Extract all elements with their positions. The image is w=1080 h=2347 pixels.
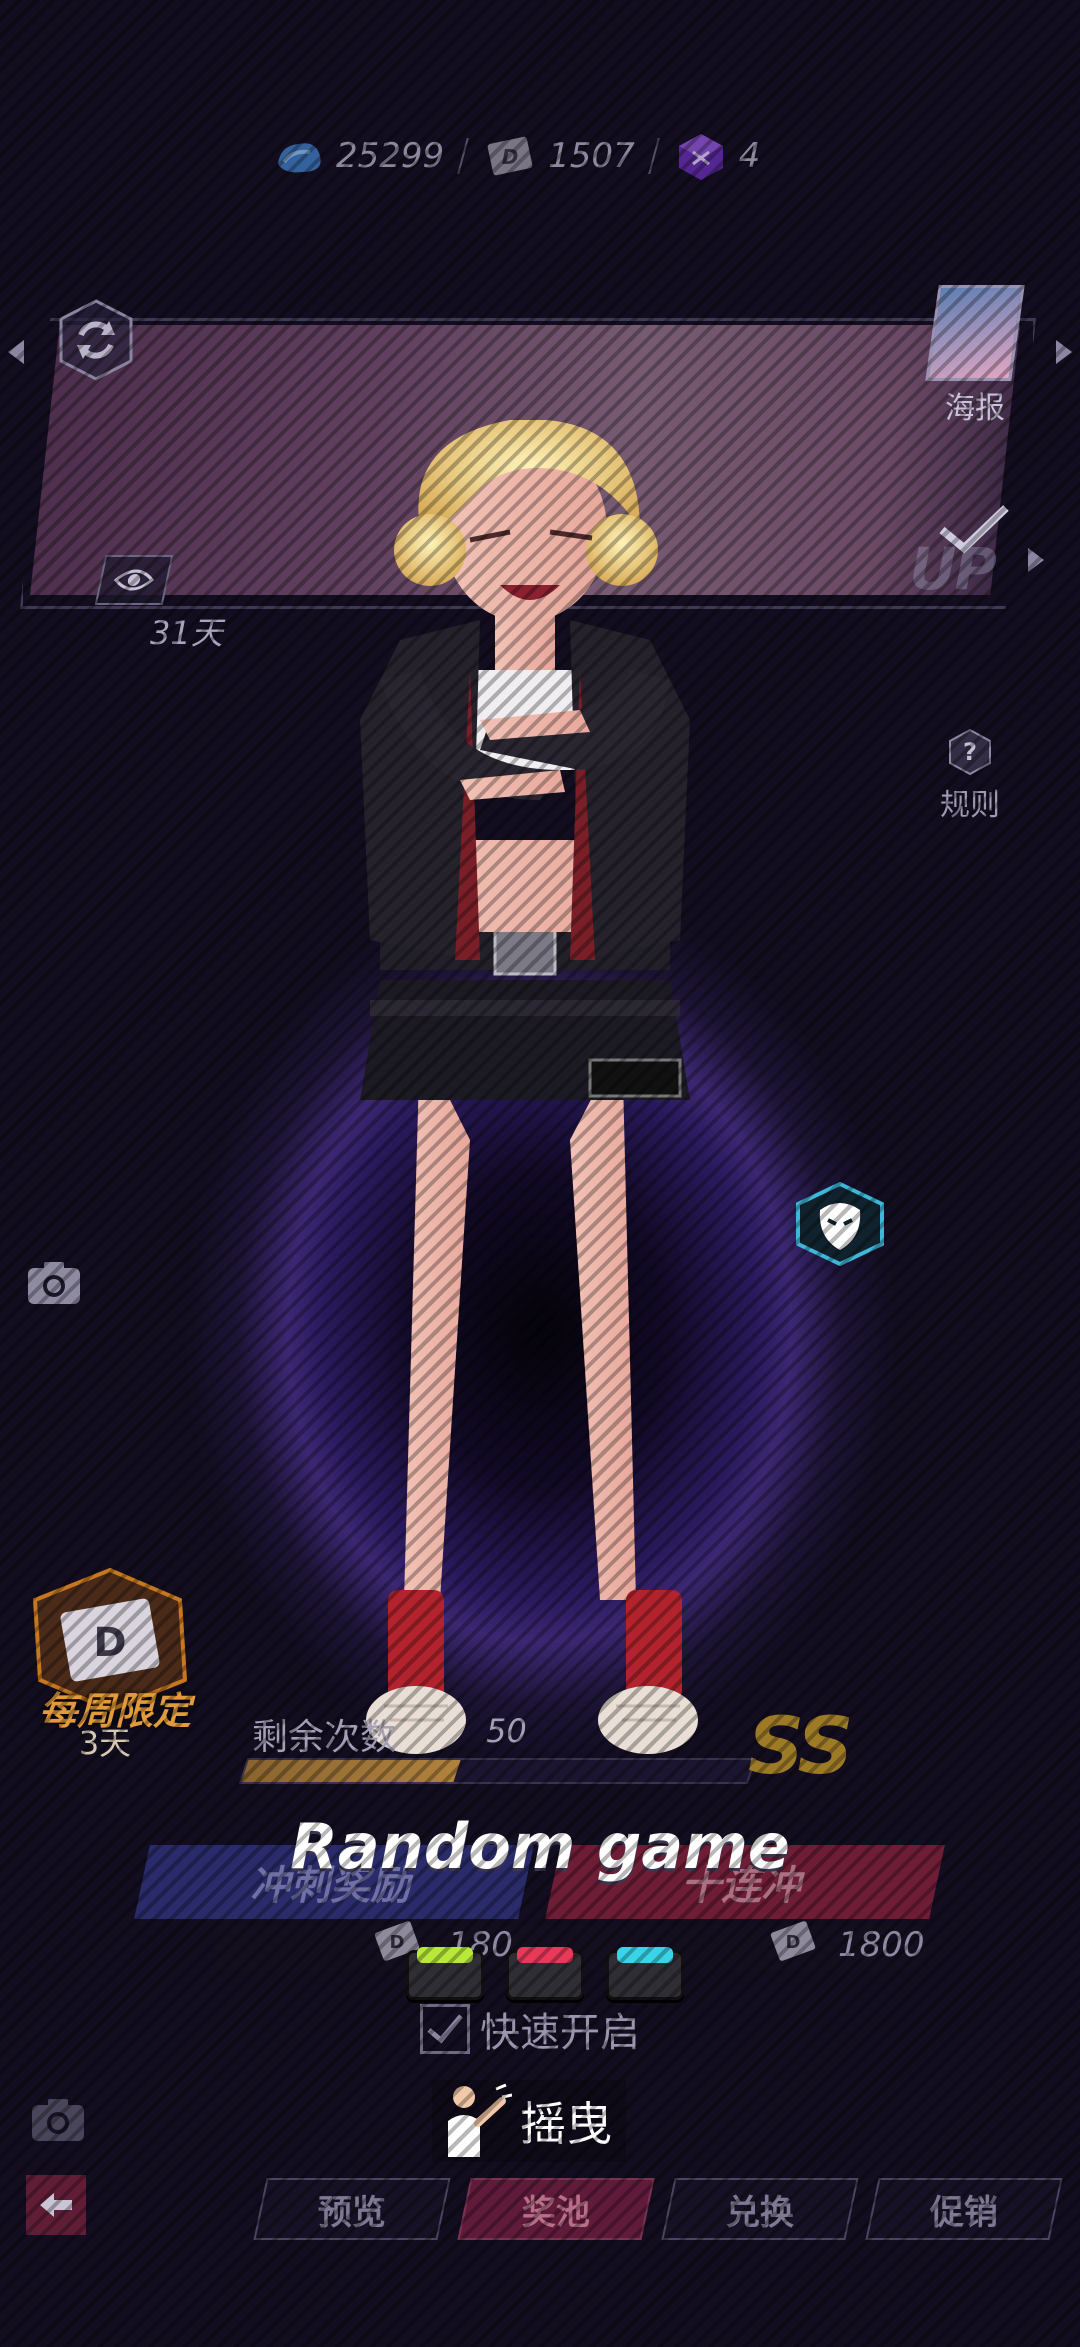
quick-start-toggle[interactable]: 快速开启 bbox=[420, 2000, 640, 2058]
currency-cloud-value: 25299 bbox=[336, 136, 445, 176]
red-arcade-button[interactable] bbox=[506, 1947, 584, 2000]
tab-prize-pool[interactable]: 奖池 bbox=[457, 2178, 655, 2240]
bottom-tab-bar: 预览 奖池 兑换 促销 bbox=[253, 2178, 1063, 2240]
green-arcade-button[interactable] bbox=[406, 1947, 484, 2000]
svg-text:D: D bbox=[93, 1620, 126, 1666]
red-button-cap bbox=[517, 1947, 573, 1963]
refresh-button[interactable] bbox=[48, 292, 144, 388]
up-badge: UP bbox=[909, 535, 997, 603]
remaining-draws-value: 50 bbox=[486, 1712, 527, 1750]
banner-days-left: 31天 bbox=[150, 614, 223, 652]
draw-progress-bar bbox=[238, 1758, 757, 1784]
currency-ticket: D 1507 bbox=[482, 128, 635, 184]
rules-button[interactable]: ? 规则 bbox=[920, 728, 1020, 824]
d-ticket-icon: D bbox=[482, 128, 538, 184]
d-ticket-icon: D bbox=[770, 1921, 816, 1961]
poster-button[interactable]: 海报 bbox=[925, 285, 1025, 427]
banner-prev-arrow-icon[interactable] bbox=[8, 340, 24, 364]
currency-ticket-value: 1507 bbox=[548, 136, 635, 176]
shake-button[interactable]: 摇曳 bbox=[432, 2080, 626, 2162]
camera-button[interactable] bbox=[26, 1258, 82, 1306]
shake-label: 摇曳 bbox=[520, 2097, 612, 2151]
tab-preview[interactable]: 预览 bbox=[253, 2178, 451, 2240]
tab-exchange[interactable]: 兑换 bbox=[661, 2178, 859, 2240]
banner-corner-arrow-icon bbox=[1028, 548, 1044, 572]
mask-badge[interactable] bbox=[792, 1181, 888, 1267]
preview-eye-button[interactable] bbox=[94, 555, 174, 605]
mask-icon bbox=[796, 1181, 884, 1267]
svg-text:?: ? bbox=[963, 738, 977, 766]
random-game-title: Random game bbox=[290, 1810, 790, 1883]
tab-promotion[interactable]: 促销 bbox=[865, 2178, 1063, 2240]
draw-progress-fill bbox=[241, 1760, 461, 1782]
banner-next-arrow-icon[interactable] bbox=[1056, 340, 1072, 364]
cyan-button-cap bbox=[617, 1947, 673, 1963]
currency-divider bbox=[647, 138, 660, 174]
back-button[interactable] bbox=[26, 2175, 86, 2235]
rank-ss-label: SS bbox=[748, 1702, 854, 1792]
back-arrow-icon bbox=[40, 2193, 72, 2217]
tab-exchange-label: 兑换 bbox=[726, 2192, 794, 2233]
eye-icon bbox=[113, 569, 155, 591]
blue-cloud-currency-icon bbox=[270, 128, 326, 184]
shake-person-icon bbox=[448, 2083, 512, 2157]
remaining-draws-label: 剩余次数 bbox=[252, 1717, 397, 1758]
green-button-cap bbox=[417, 1947, 473, 1963]
color-button-row bbox=[406, 1947, 684, 2000]
poster-label: 海报 bbox=[945, 391, 1005, 426]
svg-text:D: D bbox=[390, 1932, 405, 1953]
refresh-icon bbox=[59, 299, 133, 381]
right-cost-value: 1800 bbox=[838, 1925, 925, 1965]
character-avatar[interactable] bbox=[360, 420, 700, 1780]
currency-bar: 25299 D 1507 4 bbox=[270, 128, 760, 184]
weekly-days-left: 3天 bbox=[78, 1724, 132, 1762]
currency-cloud: 25299 bbox=[270, 128, 444, 184]
question-hex-icon: ? bbox=[946, 728, 994, 776]
svg-text:D: D bbox=[502, 145, 519, 169]
currency-cube-value: 4 bbox=[738, 136, 761, 176]
quick-start-label: 快速开启 bbox=[480, 2010, 640, 2056]
check-icon bbox=[427, 2014, 463, 2044]
cyan-arcade-button[interactable] bbox=[606, 1947, 684, 2000]
camera-button-secondary[interactable] bbox=[30, 2095, 86, 2143]
camera-icon bbox=[28, 1262, 80, 1304]
currency-cube: 4 bbox=[673, 128, 761, 184]
quick-start-checkbox[interactable] bbox=[420, 2004, 470, 2054]
currency-divider bbox=[457, 138, 469, 174]
poster-thumbnail bbox=[925, 285, 1025, 381]
svg-text:D: D bbox=[786, 1932, 801, 1953]
tab-preview-label: 预览 bbox=[318, 2192, 386, 2233]
tab-prize-pool-label: 奖池 bbox=[522, 2192, 590, 2233]
rules-label: 规则 bbox=[940, 788, 1000, 823]
camera-icon bbox=[32, 2099, 84, 2141]
tab-promotion-label: 促销 bbox=[930, 2192, 998, 2233]
purple-cube-icon bbox=[673, 128, 729, 184]
